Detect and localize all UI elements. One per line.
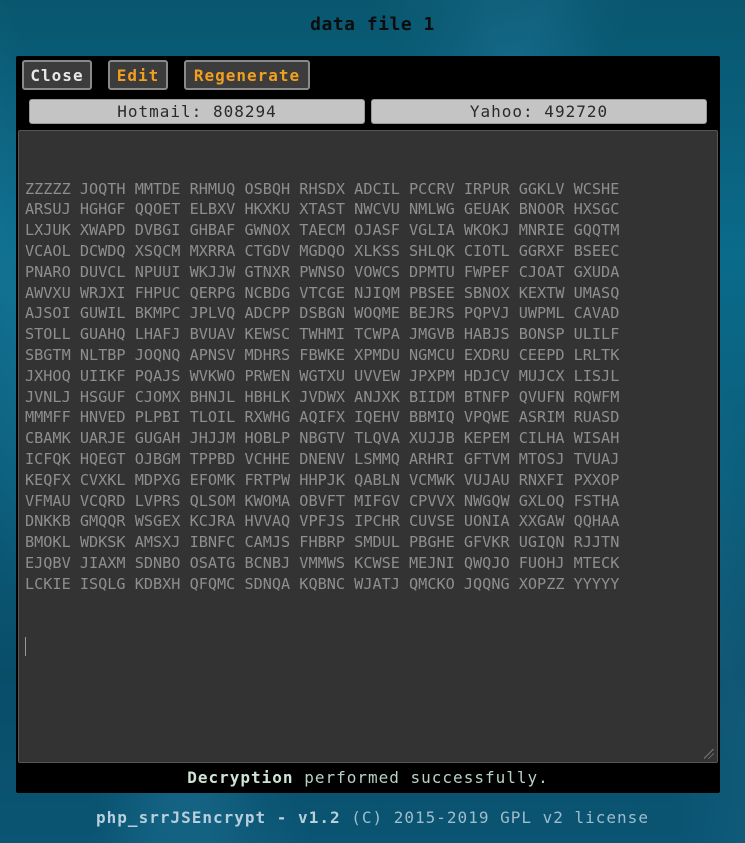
text-line: MMMFF HNVED PLPBI TLOIL RXWHG AQIFX IQEH… [25, 408, 620, 427]
text-line: VFMAU VCQRD LVPRS QLSOM KWOMA OBVFT MIFG… [25, 491, 620, 510]
data-file-panel: Close Edit Regenerate Hotmail: 808294 Ya… [16, 56, 720, 793]
status-keyword: Decryption [187, 768, 294, 787]
regenerate-button[interactable]: Regenerate [184, 60, 310, 90]
text-cursor [25, 637, 26, 657]
text-line: SBGTM NLTBP JOQNQ APNSV MDHRS FBWKE XPMD… [25, 345, 620, 364]
text-line: STOLL GUAHQ LHAFJ BVUAV KEWSC TWHMI TCWP… [25, 325, 620, 344]
text-line: ZZZZZ JOQTH MMTDE RHMUQ OSBQH RHSDX ADCI… [25, 179, 620, 198]
status-message: Decryption performed successfully. [16, 768, 720, 787]
text-line: JVNLJ HSGUF CJOMX BHNJL HBHLK JVDWX ANJX… [25, 387, 620, 406]
footer-app-name: php_srrJSEncrypt - v1.2 [96, 808, 341, 827]
text-line: AJSOI GUWIL BKMPC JPLVQ ADCPP DSBGN WOQM… [25, 304, 620, 323]
text-line: DNKKB GMQQR WSGEX KCJRA HVVAQ VPFJS IPCH… [25, 512, 620, 531]
text-line: LCKIE ISQLG KDBXH QFQMC SDNQA KQBNC WJAT… [25, 574, 620, 593]
toolbar: Close Edit Regenerate [22, 60, 310, 92]
text-line: CBAMK UARJE GUGAH JHJJM HOBLP NBGTV TLQV… [25, 429, 620, 448]
text-lines: ZZZZZ JOQTH MMTDE RHMUQ OSBQH RHSDX ADCI… [25, 179, 711, 595]
resize-handle[interactable] [704, 749, 714, 759]
text-line: ICFQK HQEGT OJBGM TPPBD VCHHE DNENV LSMM… [25, 449, 620, 468]
text-line: LXJUK XWAPD DVBGI GHBAF GWNOX TAECM OJAS… [25, 221, 620, 240]
page-title: data file 1 [310, 14, 435, 35]
text-line: ARSUJ HGHGF QQOET ELBXV HKXKU XTAST NWCV… [25, 200, 620, 219]
text-line: EJQBV JIAXM SDNBO OSATG BCNBJ VMMWS KCWS… [25, 553, 620, 572]
text-line: KEQFX CVXKL MDPXG EFOMK FRTPW HHPJK QABL… [25, 470, 620, 489]
text-line: VCAOL DCWDQ XSQCM MXRRA CTGDV MGDQO XLKS… [25, 241, 620, 260]
footer-license: (C) 2015-2019 GPL v2 license [340, 808, 649, 827]
edit-button[interactable]: Edit [108, 60, 168, 90]
decrypted-text-area[interactable]: ZZZZZ JOQTH MMTDE RHMUQ OSBQH RHSDX ADCI… [18, 130, 718, 763]
yahoo-counter: Yahoo: 492720 [371, 99, 707, 124]
counters-bar: Hotmail: 808294 Yahoo: 492720 [29, 99, 707, 124]
text-line: JXHOQ UIIKF PQAJS WVKWO PRWEN WGTXU UVVE… [25, 366, 620, 385]
text-line: AWVXU WRJXI FHPUC QERPG NCBDG VTCGE NJIQ… [25, 283, 620, 302]
hotmail-counter: Hotmail: 808294 [29, 99, 365, 124]
close-button[interactable]: Close [22, 60, 92, 90]
footer: php_srrJSEncrypt - v1.2 (C) 2015-2019 GP… [0, 808, 745, 827]
status-text: performed successfully. [293, 768, 549, 787]
text-line: PNARO DUVCL NPUUI WKJJW GTNXR PWNSO VOWC… [25, 262, 620, 281]
text-line: BMOKL WDKSK AMSXJ IBNFC CAMJS FHBRP SMDU… [25, 533, 620, 552]
